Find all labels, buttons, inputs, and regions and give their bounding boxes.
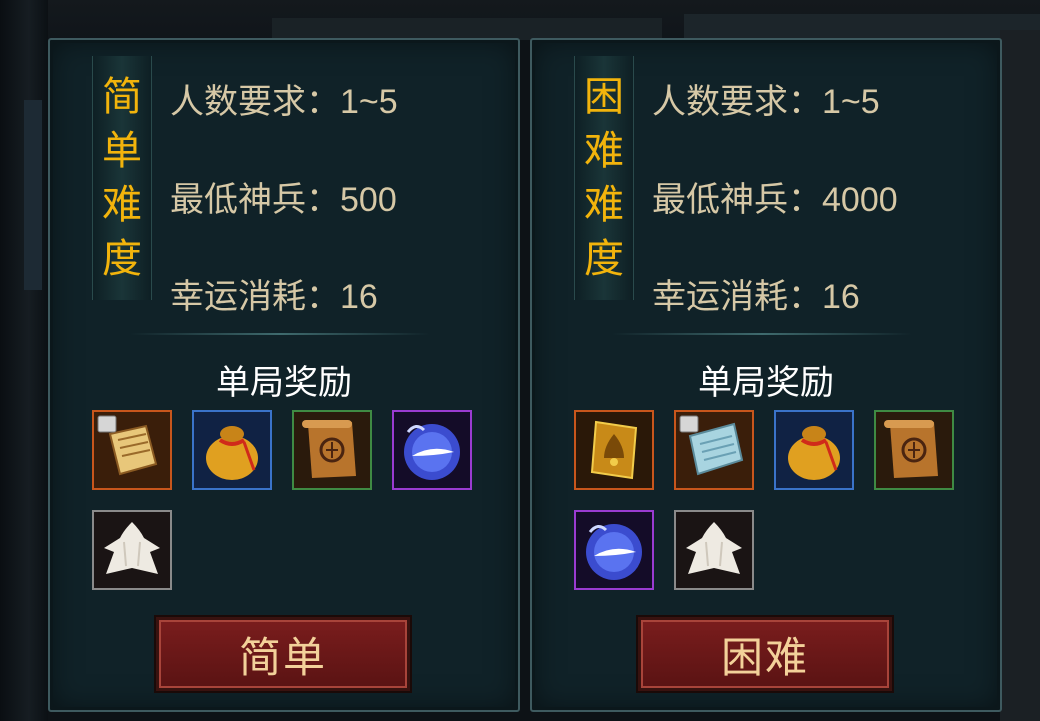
background-right-edge — [1000, 30, 1040, 721]
min-weapon-requirement: 最低神兵：4000 — [652, 181, 898, 219]
reward-title: 单局奖励 — [216, 364, 352, 402]
player-requirement: 人数要求：1~5 — [652, 83, 880, 121]
rune-scroll-icon[interactable] — [292, 410, 372, 490]
hard-button[interactable]: 困难 — [638, 617, 892, 691]
difficulty-char: 度 — [102, 236, 142, 282]
difficulty-char: 困 — [584, 74, 624, 120]
difficulty-char: 难 — [102, 182, 142, 228]
luck-cost: 幸运消耗：16 — [170, 278, 378, 316]
coin-bag-icon[interactable] — [192, 410, 272, 490]
spirit-orb-icon[interactable] — [392, 410, 472, 490]
coin-bag-icon[interactable] — [774, 410, 854, 490]
difficulty-char: 单 — [102, 128, 142, 174]
spirit-orb-icon[interactable] — [574, 510, 654, 590]
luck-cost: 幸运消耗：16 — [652, 278, 860, 316]
easy-button[interactable]: 简单 — [156, 617, 410, 691]
background-tab — [272, 18, 662, 40]
difficulty-char: 度 — [584, 236, 624, 282]
white-fur-icon[interactable] — [674, 510, 754, 590]
difficulty-char: 难 — [584, 128, 624, 174]
difficulty-char: 难 — [584, 182, 624, 228]
hard-difficulty-panel: 困 难 难 度 人数要求：1~5 最低神兵：4000 幸运消耗：16 单局奖励 — [530, 38, 1002, 712]
white-fur-icon[interactable] — [92, 510, 172, 590]
background-tab — [684, 14, 1040, 40]
rune-scroll-icon[interactable] — [874, 410, 954, 490]
min-weapon-requirement: 最低神兵：500 — [170, 181, 397, 219]
reward-title: 单局奖励 — [698, 364, 834, 402]
player-requirement: 人数要求：1~5 — [170, 83, 398, 121]
background-top-bar — [0, 0, 1040, 40]
difficulty-tag: 困 难 难 度 — [574, 56, 634, 300]
difficulty-tag: 简 单 难 度 — [92, 56, 152, 300]
locked-ice-scroll-icon[interactable] — [674, 410, 754, 490]
locked-scroll-icon[interactable] — [92, 410, 172, 490]
background-stripe — [24, 100, 42, 290]
difficulty-char: 简 — [102, 74, 142, 120]
easy-difficulty-panel: 简 单 难 度 人数要求：1~5 最低神兵：500 幸运消耗：16 单局奖励 简… — [48, 38, 520, 712]
divider — [612, 333, 912, 335]
golden-bell-card-icon[interactable] — [574, 410, 654, 490]
background-left-edge — [0, 0, 48, 721]
divider — [130, 333, 430, 335]
